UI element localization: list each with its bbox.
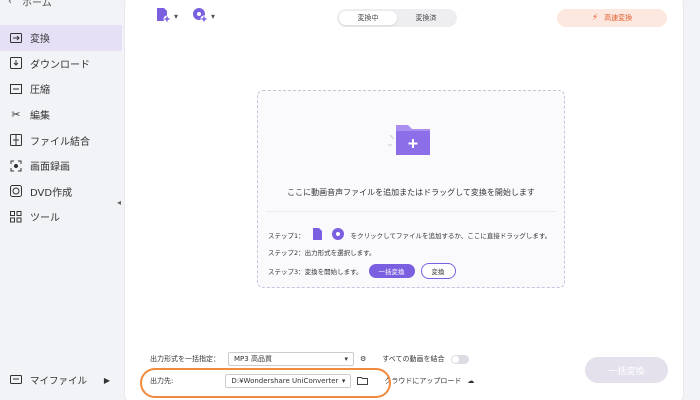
sidebar-collapse-button[interactable]: ◂ [114,190,124,214]
my-files-link[interactable]: マイファイル ▶ [10,373,110,387]
sidebar: ‹ ホーム 変換 ダウンロード 圧縮 ✂ 編集 ファイル結合 画面録画 DVD作… [0,0,122,400]
my-files-label: マイファイル [30,376,88,387]
chevron-right-icon: ▶ [103,375,110,385]
divider [266,211,556,212]
tab-converted[interactable]: 変換済 [397,11,455,25]
sidebar-item-screen-record[interactable]: 画面録画 [0,153,122,179]
lightning-icon: ⚡ [591,13,599,23]
sidebar-item-label: DVD作成 [30,187,73,199]
merge-icon [10,134,22,147]
back-arrow-icon: ‹ [8,0,12,7]
toolbar: ▾ ▾ [155,7,215,25]
step3-text: ステップ3：変換を開始します。 [268,268,363,276]
add-file-button[interactable]: ▾ [155,7,178,25]
add-from-device-button[interactable]: ▾ [192,7,215,25]
fast-convert-label: 高速変換 [604,14,633,22]
convert-icon [10,32,22,44]
convert-all-button[interactable]: 一括変換 [585,357,668,383]
step2-text: ステップ2：出力形式を選択します。 [268,249,376,257]
output-highlight-ring [140,368,391,398]
step-2: ステップ2：出力形式を選択します。 [268,247,376,257]
add-file-icon[interactable] [311,227,325,243]
sidebar-item-edit[interactable]: ✂ 編集 [0,102,122,128]
sidebar-item-tools[interactable]: ツール [0,204,122,230]
sidebar-item-convert[interactable]: 変換 [0,25,122,51]
step-3: ステップ3：変換を開始します。 一括変換 変換 [268,263,456,279]
step-1: ステップ1： をクリックしてファイルを追加するか、ここに直接ドラッグします。 [268,227,551,243]
add-file-icon [155,7,171,25]
convert-pill-button[interactable]: 変換 [420,263,456,279]
add-device-icon[interactable] [331,227,345,243]
chevron-down-icon: ▾ [174,11,179,21]
drop-instruction: ここに動画音声ファイルを追加またはドラッグして変換を開始します [287,188,535,197]
add-device-icon [192,7,208,25]
sidebar-item-label: 変換 [30,34,50,46]
format-label: 出力形式を一括指定： [150,355,220,363]
sidebar-item-merge[interactable]: ファイル結合 [0,127,122,153]
tab-converting[interactable]: 変換中 [339,11,397,25]
compress-icon [10,83,22,95]
cloud-upload-label: クラウドにアップロード [384,377,462,385]
status-tabs: 変換中 変換済 [337,9,457,27]
download-icon [10,57,22,70]
format-row: 出力形式を一括指定： MP3 高品質 ▾ ⚙ すべての動画を結合 [150,352,469,366]
merge-label: すべての動画を結合 [382,355,445,363]
main-panel: ▾ ▾ 変換中 変換済 ⚡ 高速変換 ここに動画音声ファイルを追加またはドラッグ… [124,0,684,400]
sidebar-item-label: 編集 [30,111,50,123]
cloud-icon[interactable]: ☁ [467,377,474,385]
sidebar-item-label: 画面録画 [30,162,70,174]
dvd-icon [10,185,22,198]
chevron-down-icon: ▾ [211,11,216,21]
chevron-down-icon: ▾ [344,355,348,363]
format-settings-icon[interactable]: ⚙ [360,355,366,363]
format-value: MP3 高品質 [234,355,272,363]
format-select[interactable]: MP3 高品質 ▾ [228,352,354,366]
sidebar-item-compress[interactable]: 圧縮 [0,76,122,102]
merge-toggle[interactable] [450,354,469,364]
folder-icon [10,374,22,387]
drop-zone[interactable]: ここに動画音声ファイルを追加またはドラッグして変換を開始します ステップ1： を… [257,90,565,288]
home-link[interactable]: ‹ ホーム [8,0,52,9]
sidebar-item-label: ファイル結合 [30,136,90,148]
sidebar-item-label: 圧縮 [30,85,50,97]
sidebar-item-dvd[interactable]: DVD作成 [0,179,122,205]
screen-record-icon [10,160,22,172]
sidebar-item-label: ダウンロード [30,59,90,71]
folder-add-icon [384,119,436,159]
sidebar-item-label: ツール [30,213,60,225]
sidebar-item-download[interactable]: ダウンロード [0,51,122,77]
step1-prefix: ステップ1： [268,232,305,240]
chevron-left-icon: ◂ [116,197,121,207]
home-label: ホーム [22,0,52,9]
convert-all-pill-button[interactable]: 一括変換 [368,264,415,278]
sidebar-nav: 変換 ダウンロード 圧縮 ✂ 編集 ファイル結合 画面録画 DVD作成 ツール [0,25,122,230]
tools-icon [10,210,22,223]
fast-convert-toggle[interactable]: ⚡ 高速変換 [557,9,667,27]
scissors-icon: ✂ [11,108,21,122]
step1-suffix: をクリックしてファイルを追加するか、ここに直接ドラッグします。 [350,232,552,240]
